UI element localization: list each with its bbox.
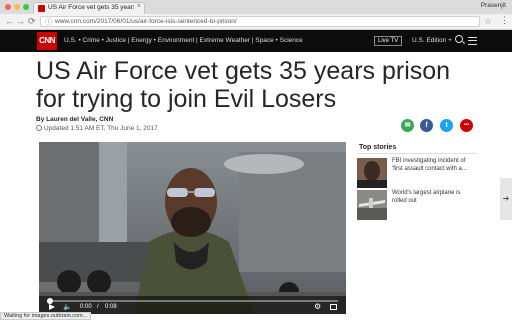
list-item[interactable]: FBI investigating incident of 'first ass… <box>357 158 477 188</box>
profile-name[interactable]: Prasenjit <box>481 2 506 9</box>
next-article-arrow-icon[interactable]: ➔ <box>500 178 512 220</box>
browser-tab-bar: US Air Force vet gets 35 years ... × Pra… <box>0 0 512 14</box>
tab-close-icon[interactable]: × <box>137 3 141 10</box>
facebook-icon[interactable]: f <box>420 119 433 132</box>
url-text: www.cnn.com/2017/06/01/us/air-force-isis… <box>55 18 237 25</box>
byline[interactable]: By Lauren del Valle, CNN <box>36 116 113 123</box>
reload-icon[interactable]: ⟳ <box>28 16 36 27</box>
cnn-logo[interactable]: CNN <box>37 32 57 50</box>
more-share-icon[interactable]: ••• <box>460 119 473 132</box>
story-thumbnail[interactable] <box>357 158 387 188</box>
video-frame-image <box>39 142 346 314</box>
time-separator: / <box>97 304 99 310</box>
email-icon[interactable]: ✉ <box>401 119 414 132</box>
minimize-window-button[interactable] <box>14 4 20 10</box>
section-nav-links[interactable]: U.S. • Crime • Justice | Energy • Enviro… <box>64 37 303 44</box>
bookmark-star-icon[interactable]: ☆ <box>484 16 492 27</box>
updated-timestamp: Updated 1:51 AM ET, Thu June 1, 2017 <box>36 125 158 132</box>
story-headline[interactable]: FBI investigating incident of 'first ass… <box>392 158 472 173</box>
cnn-favicon-icon <box>38 5 45 12</box>
video-player[interactable] <box>39 142 346 314</box>
address-bar-row: ← → ⟳ ⓘ www.cnn.com/2017/06/01/us/air-fo… <box>0 14 512 30</box>
clock-icon <box>36 125 42 131</box>
article-headline: US Air Force vet gets 35 years prison fo… <box>36 57 451 113</box>
browser-status-bar: Waiting for images.outbrain.com... <box>0 312 92 320</box>
gear-icon[interactable]: ⚙ <box>314 302 321 311</box>
close-window-button[interactable] <box>5 4 11 10</box>
current-time: 0:00 <box>80 304 92 310</box>
back-icon[interactable]: ← <box>5 16 14 26</box>
forward-icon[interactable]: → <box>16 16 25 26</box>
maximize-window-button[interactable] <box>23 4 29 10</box>
browser-tab[interactable]: US Air Force vet gets 35 years ... × <box>33 2 145 14</box>
cnn-nav-bar: CNN U.S. • Crime • Justice | Energy • En… <box>0 30 512 52</box>
video-duration: 0:08 <box>105 304 117 310</box>
story-thumbnail[interactable] <box>357 190 387 220</box>
info-icon: ⓘ <box>45 19 52 26</box>
updated-text: Updated 1:51 AM ET, Thu June 1, 2017 <box>44 125 158 132</box>
list-item[interactable]: World's largest airplane is rolled out <box>357 190 477 220</box>
browser-menu-icon[interactable]: ⋮ <box>500 15 509 26</box>
story-headline[interactable]: World's largest airplane is rolled out <box>392 190 472 205</box>
video-progress-bar[interactable] <box>47 300 338 302</box>
live-tv-button[interactable]: Live TV <box>374 36 403 46</box>
volume-icon[interactable]: 🔈 <box>63 303 72 311</box>
top-stories-header: Top stories <box>357 142 477 154</box>
top-stories-panel: Top stories FBI investigating incident o… <box>357 142 477 220</box>
hamburger-menu-icon[interactable] <box>468 37 477 45</box>
edition-selector[interactable]: U.S. Edition + <box>412 37 452 44</box>
play-icon[interactable] <box>49 304 55 310</box>
search-icon[interactable] <box>455 35 463 43</box>
twitter-icon[interactable]: t <box>440 119 453 132</box>
url-input[interactable]: ⓘ www.cnn.com/2017/06/01/us/air-force-is… <box>40 16 480 27</box>
fullscreen-icon[interactable] <box>330 304 337 310</box>
tab-title: US Air Force vet gets 35 years ... <box>48 4 134 11</box>
